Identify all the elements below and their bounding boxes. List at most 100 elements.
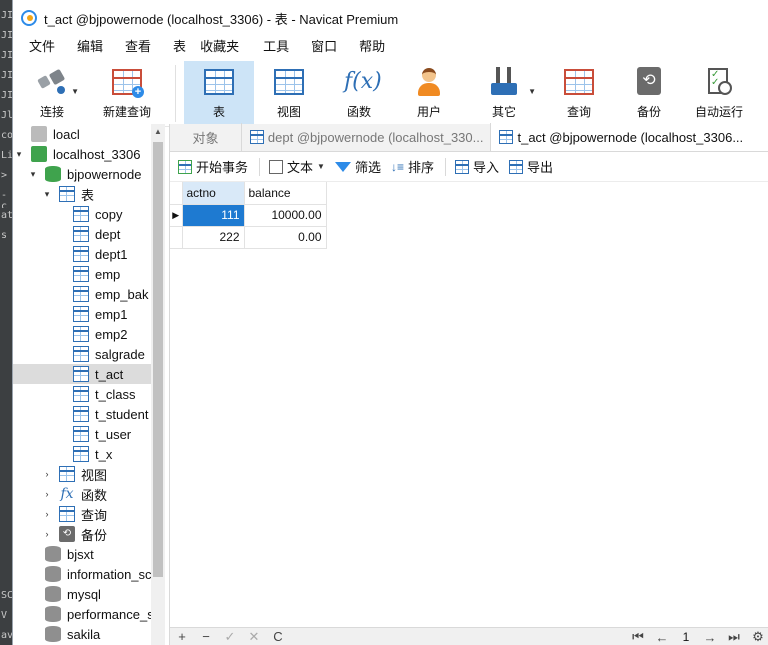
query-button[interactable]: 查询 [544, 61, 614, 126]
table-item-emp1[interactable]: emp1 [13, 304, 163, 324]
next-page-icon[interactable]: → [698, 630, 722, 645]
connection-localhost[interactable]: ▾ localhost_3306 [13, 144, 163, 164]
table-item-t_act[interactable]: t_act [13, 364, 163, 384]
automation-button[interactable]: ✓ ✓ 自动运行 [684, 61, 754, 126]
cell-balance[interactable]: 10000.00 [244, 204, 327, 227]
menu-bar: 文件 编辑 查看 表 收藏夹 工具 窗口 帮助 [13, 36, 768, 58]
user-button[interactable]: 用户 [394, 61, 464, 126]
sidebar-scrollbar[interactable]: ▲ [151, 124, 165, 645]
menu-window[interactable]: 窗口 [301, 36, 349, 58]
menu-view[interactable]: 查看 [115, 36, 163, 58]
group-1[interactable]: › fx 函数 [13, 484, 163, 504]
backup-button[interactable]: ⟲ 备份 [614, 61, 684, 126]
group-3[interactable]: › ⟲ 备份 [13, 524, 163, 544]
connect-button[interactable]: 连接 ▼ [17, 61, 87, 126]
chevron-down-icon[interactable]: ▾ [27, 169, 39, 180]
database-sakila[interactable]: sakila [13, 624, 163, 644]
menu-edit[interactable]: 编辑 [67, 36, 115, 58]
tab-strip: 对象 dept @bjpowernode (localhost_330... t… [170, 123, 768, 152]
table-item-dept[interactable]: dept [13, 224, 163, 244]
text-button[interactable]: 文本 ▼ [265, 152, 331, 182]
group-2[interactable]: › 查询 [13, 504, 163, 524]
table-item-salgrade[interactable]: salgrade [13, 344, 163, 364]
tree-item-label: 查询 [81, 507, 108, 523]
cancel-changes-button[interactable]: ✕ [242, 629, 266, 645]
table-item-t_user[interactable]: t_user [13, 424, 163, 444]
tree-item-label: emp [95, 266, 121, 282]
database-bjpowernode[interactable]: ▾ bjpowernode [13, 164, 163, 184]
tree-item-label: t_user [95, 426, 132, 442]
column-header-actno[interactable]: actno [182, 182, 245, 205]
scroll-up-icon[interactable]: ▲ [154, 127, 162, 136]
export-icon [509, 159, 524, 174]
view-button[interactable]: 视图 [254, 61, 324, 126]
menu-help[interactable]: 帮助 [349, 36, 397, 58]
other-button[interactable]: 其它 ▼ [464, 61, 544, 126]
tab-objects[interactable]: 对象 [170, 123, 242, 151]
column-header-balance[interactable]: balance [244, 182, 327, 205]
delete-record-button[interactable]: − [194, 629, 218, 644]
table-row[interactable]: 222 0.00 [170, 226, 327, 249]
begin-transaction-button[interactable]: 开始事务 [174, 152, 254, 182]
background-text: s [1, 230, 8, 241]
scrollbar-thumb[interactable] [153, 142, 163, 577]
chevron-down-icon[interactable]: ▼ [71, 87, 79, 96]
chevron-down-icon[interactable]: ▾ [13, 149, 25, 160]
table-button[interactable]: 表 [184, 61, 254, 126]
table-item-dept1[interactable]: dept1 [13, 244, 163, 264]
chevron-down-icon[interactable]: ▼ [317, 162, 325, 171]
page-number[interactable]: 1 [674, 630, 698, 644]
database-performance_s[interactable]: performance_s [13, 604, 163, 624]
chevron-right-icon[interactable]: › [41, 529, 53, 539]
tables-group[interactable]: ▾ 表 [13, 184, 163, 204]
other-label: 其它 [491, 105, 516, 119]
database-information_sc[interactable]: information_sc [13, 564, 163, 584]
tree-item-label: 备份 [81, 527, 108, 543]
menu-table[interactable]: 表 [163, 36, 190, 58]
chevron-down-icon[interactable]: ▾ [41, 189, 53, 200]
cell-balance[interactable]: 0.00 [244, 226, 327, 249]
table-item-copy[interactable]: copy [13, 204, 163, 224]
menu-file[interactable]: 文件 [19, 36, 67, 58]
table-item-t_x[interactable]: t_x [13, 444, 163, 464]
database-bjsxt[interactable]: bjsxt [13, 544, 163, 564]
sort-button[interactable]: ↓≡ 排序 [387, 152, 440, 182]
chevron-right-icon[interactable]: › [41, 489, 53, 499]
table-item-emp2[interactable]: emp2 [13, 324, 163, 344]
chevron-down-icon[interactable]: ▼ [528, 87, 536, 96]
table-item-emp_bak[interactable]: emp_bak [13, 284, 163, 304]
tree-item-label: emp2 [95, 326, 128, 342]
gear-icon[interactable]: ⚙ [746, 629, 768, 645]
function-button[interactable]: f(x) 函数 [324, 61, 394, 126]
export-button[interactable]: 导出 [505, 152, 559, 182]
record-navigation-bar: + − ✓ ✕ C ⏮ ← 1 → ⏭ ⚙ [170, 627, 768, 645]
first-page-icon[interactable]: ⏮ [626, 629, 650, 645]
chevron-right-icon[interactable]: › [41, 509, 53, 519]
connection-loacl[interactable]: loacl [13, 124, 163, 144]
last-page-icon[interactable]: ⏭ [722, 629, 746, 645]
previous-page-icon[interactable]: ← [650, 630, 674, 645]
filter-button[interactable]: 筛选 [331, 152, 387, 182]
apply-changes-button[interactable]: ✓ [218, 629, 242, 645]
tab-dept[interactable]: dept @bjpowernode (localhost_330... [242, 123, 492, 151]
database-mysql[interactable]: mysql [13, 584, 163, 604]
refresh-button[interactable]: C [266, 629, 290, 644]
row-marker-header [170, 182, 183, 205]
new-query-button[interactable]: + 新建查询 [87, 61, 167, 126]
menu-favorites[interactable]: 收藏夹 [190, 36, 253, 58]
tab-t-act[interactable]: t_act @bjpowernode (localhost_3306... [491, 123, 768, 151]
add-record-button[interactable]: + [170, 629, 194, 644]
current-row-marker-icon: ▶ [170, 204, 183, 227]
table-row[interactable]: ▶ 111 10000.00 [170, 204, 327, 227]
cell-actno[interactable]: 111 [182, 204, 245, 227]
cell-actno[interactable]: 222 [182, 226, 245, 249]
chevron-right-icon[interactable]: › [41, 469, 53, 479]
query-icon [59, 506, 75, 522]
group-0[interactable]: › 视图 [13, 464, 163, 484]
table-item-emp[interactable]: emp [13, 264, 163, 284]
table-item-t_student[interactable]: t_student [13, 404, 163, 424]
filter-label: 筛选 [354, 160, 381, 175]
menu-tools[interactable]: 工具 [253, 36, 301, 58]
import-button[interactable]: 导入 [451, 152, 505, 182]
table-item-t_class[interactable]: t_class [13, 384, 163, 404]
